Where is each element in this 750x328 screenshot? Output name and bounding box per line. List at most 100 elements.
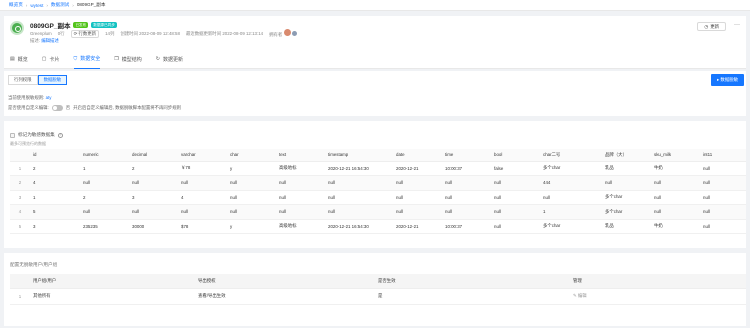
table-cell: null — [80, 175, 129, 191]
row-number: 3 — [10, 190, 30, 205]
sync-badge: 数据源已同步 — [91, 22, 117, 28]
masking-rule: 当前使用脱敏规则: aty — [8, 95, 52, 100]
table-cell: null — [129, 204, 178, 220]
more-icon[interactable]: ··· — [734, 22, 740, 28]
column-header: numeric — [80, 149, 129, 162]
table-cell: 2 — [30, 161, 80, 176]
column-header: char二号 — [540, 149, 602, 162]
table-cell: y — [227, 219, 276, 234]
table-cell: 2020-12-21 — [393, 161, 442, 176]
column-header — [10, 274, 30, 289]
column-header: id — [30, 149, 80, 162]
refresh-icon: ↻ — [155, 56, 160, 62]
update-button[interactable]: ◷ 更新 — [697, 22, 726, 31]
table-row: 2 4 null null null null null null null null null 44… — [10, 175, 746, 191]
dataset-logo-icon — [10, 21, 24, 35]
table-cell: null — [491, 190, 540, 205]
table-cell: null — [442, 204, 491, 220]
rule-value[interactable]: aty — [46, 95, 52, 100]
table-cell: null — [325, 190, 393, 205]
exempt-users-title: 配置无脱敏用户/用户组 — [10, 262, 58, 267]
security-subtabs: 行列权限 数据脱敏 — [8, 75, 68, 85]
table-cell: null — [700, 204, 746, 220]
column-header: time — [442, 149, 491, 162]
cube-icon: ❒ — [114, 56, 119, 62]
column-header: char — [227, 149, 276, 162]
table-cell: null — [325, 204, 393, 220]
table-cell: 牛奶 — [651, 161, 700, 176]
table-cell: null — [227, 175, 276, 191]
table-cell: 5 — [30, 204, 80, 220]
edit-button[interactable]: ✎ 编辑 — [570, 288, 746, 305]
table-row: 1 其他所有 查看/导出生效是 ✎ 编辑 — [10, 288, 746, 305]
preview-hint: 最多可预览行的数据 — [10, 141, 46, 146]
table-cell: null — [700, 175, 746, 191]
table-cell: null — [393, 204, 442, 220]
tab-overview[interactable]: ▤ 概览 — [10, 49, 28, 69]
shield-icon: ⛉ — [73, 55, 78, 62]
table-cell: 3 — [30, 219, 80, 234]
table-cell: null — [80, 204, 129, 220]
table-cell: 2020-12-21 — [393, 219, 442, 234]
table-cell: null — [276, 204, 325, 220]
table-cell: null — [393, 190, 442, 205]
table-cell: 30000 — [129, 219, 178, 234]
main-tabs: ▤ 概览 ▢ 卡片 ⛉ 数据安全 ❒ 模型结构 ↻ 数据更新 — [10, 49, 183, 69]
sensitive-checkbox[interactable] — [10, 132, 15, 138]
table-cell: 444 — [540, 175, 602, 191]
breadcrumb-item[interactable]: 概览页 — [9, 2, 23, 8]
table-cell: 其他所有 — [30, 288, 195, 305]
breadcrumb-item[interactable]: 数据测试 — [51, 2, 69, 8]
table-cell: 多个char — [602, 190, 651, 205]
table-cell: null — [491, 204, 540, 220]
exempt-users-panel: 配置无脱敏用户/用户组 用户组/用户 导出授权 是否生效 管理 1 其他所有 查看/导出生… — [4, 253, 746, 326]
table-cell: null — [651, 190, 700, 205]
edit-description-link[interactable]: 编辑描述 — [41, 38, 59, 43]
sensitive-label: 标记为敏感数据集 — [18, 132, 55, 137]
subtab-data-masking[interactable]: 数据脱敏 — [37, 75, 68, 85]
preview-table: id numeric decimal varchar char text timestamp… — [10, 149, 746, 234]
description: 描述: 编辑描述 — [30, 38, 59, 43]
table-row: 3 1 2 3 4 null null null null null null null 多个char n… — [10, 190, 746, 205]
table-cell: null — [700, 219, 746, 234]
avatar[interactable] — [283, 29, 291, 36]
row-number: 4 — [10, 204, 30, 220]
table-row: 5 3 235235 30000 $78 y 高级地标 2020-12-21 16:54:30… — [10, 219, 746, 234]
table-cell: 1 — [30, 190, 80, 205]
custom-edit-toggle[interactable] — [51, 105, 63, 111]
table-cell: null — [491, 175, 540, 191]
card-icon: ▢ — [41, 56, 47, 62]
table-cell: 2020-12-21 16:54:30 — [325, 219, 393, 234]
table-cell: null — [325, 175, 393, 191]
table-cell: 3 — [129, 190, 178, 205]
table-cell: null — [442, 175, 491, 191]
row-number: 1 — [10, 288, 30, 305]
data-masking-button[interactable]: ▸ 数据脱敏 — [710, 74, 744, 86]
help-icon[interactable]: ? — [57, 132, 63, 138]
table-cell: 乳品 — [602, 219, 651, 234]
tab-data-security[interactable]: ⛉ 数据安全 — [73, 49, 101, 69]
tab-card[interactable]: ▢ 卡片 — [42, 49, 60, 69]
table-cell: 是 — [375, 288, 570, 305]
table-cell: 1 — [540, 204, 602, 220]
masking-settings-panel: 行列权限 数据脱敏 ▸ 数据脱敏 当前使用脱敏规则: aty 是否使用自定义编辑… — [4, 71, 746, 116]
subtab-row-column-permission[interactable]: 行列权限 — [8, 75, 38, 85]
table-cell: y — [227, 161, 276, 176]
sensitive-checkbox-row: 标记为敏感数据集 ? — [10, 132, 63, 138]
table-cell: 牛奶 — [651, 219, 700, 234]
table-cell: ￥78 — [178, 161, 227, 176]
table-cell: 多个char — [602, 204, 651, 220]
tab-data-update[interactable]: ↻ 数据更新 — [156, 49, 183, 69]
dataset-header: 0809GP_副本 已发布 数据源已同步 Greenplum 0行 ⟳ 行数更新… — [4, 16, 746, 69]
column-header: int11 — [700, 149, 746, 162]
table-cell: null — [227, 190, 276, 205]
row-update-button[interactable]: ⟳ 行数更新 — [70, 29, 100, 38]
breadcrumb-item[interactable]: wytest — [30, 3, 43, 8]
table-cell: null — [651, 204, 700, 220]
owner-info-icon[interactable] — [291, 31, 297, 36]
column-header: 导出授权 — [195, 274, 375, 289]
table-cell: null — [178, 175, 227, 191]
exempt-users-table: 用户组/用户 导出授权 是否生效 管理 1 其他所有 查看/导出生效是 ✎ 编辑 — [10, 274, 746, 305]
table-cell: 1 — [80, 161, 129, 176]
tab-model-structure[interactable]: ❒ 模型结构 — [114, 49, 142, 69]
